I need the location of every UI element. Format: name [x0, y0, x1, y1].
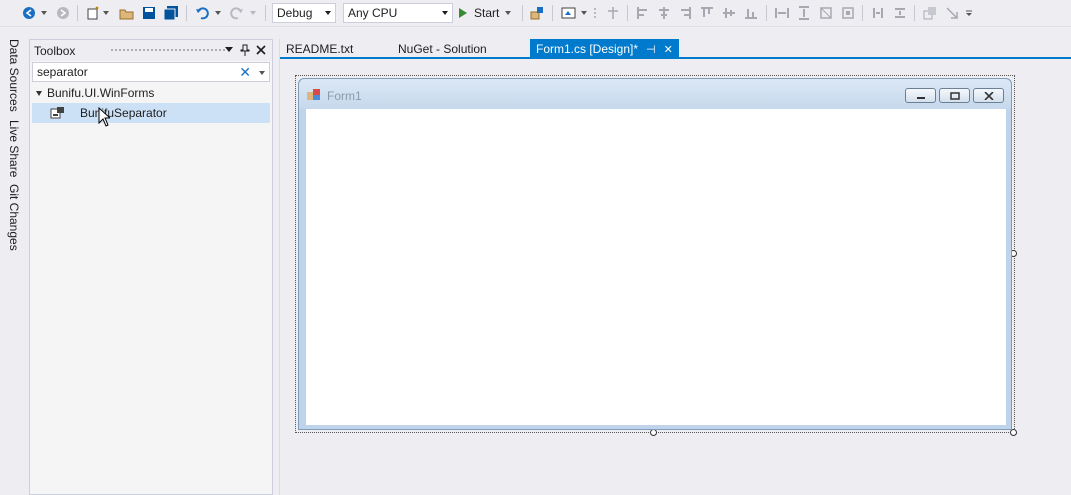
search-options-icon[interactable]: [259, 71, 265, 75]
form-window[interactable]: Form1: [298, 78, 1012, 430]
document-area: README.txt NuGet - Solution Form1.cs [De…: [279, 39, 1071, 495]
close-icon[interactable]: [254, 43, 268, 57]
toolbox-item-label: BunifuSeparator: [80, 106, 167, 120]
back-dropdown-icon[interactable]: [40, 3, 48, 23]
make-same-height-icon[interactable]: [795, 3, 813, 23]
toolbar-grip-icon: [592, 3, 598, 23]
solution-config-value: Debug: [277, 6, 313, 20]
tab-form-design[interactable]: Form1.cs [Design]* ⊣ ✕: [530, 39, 679, 59]
browser-link-icon[interactable]: [528, 3, 546, 23]
main-toolbar: Debug Any CPU Start: [0, 0, 1071, 27]
tab-pin-icon[interactable]: ⊣: [646, 43, 656, 56]
clear-search-icon[interactable]: ✕: [239, 65, 251, 79]
form-close-button[interactable]: [973, 88, 1004, 103]
solution-config-select[interactable]: Debug: [272, 3, 336, 23]
back-icon[interactable]: [20, 3, 38, 23]
design-view-icon[interactable]: [560, 3, 578, 23]
toolbox-group-label: Bunifu.UI.WinForms: [47, 86, 155, 100]
start-label: Start: [474, 6, 500, 20]
form-maximize-button[interactable]: [939, 88, 970, 103]
align-tops-icon[interactable]: [698, 3, 716, 23]
mouse-cursor-icon: [98, 107, 110, 127]
align-bottoms-icon[interactable]: [742, 3, 760, 23]
new-item-icon[interactable]: [84, 3, 102, 23]
window-position-icon[interactable]: [222, 43, 236, 57]
tab-form-design-label: Form1.cs [Design]*: [536, 42, 639, 56]
side-tab-data-sources[interactable]: Data Sources: [7, 39, 21, 112]
toolbox-search-value: separator: [37, 65, 88, 79]
align-to-grid-icon[interactable]: [604, 3, 622, 23]
form-title-bar: Form1: [299, 79, 1011, 109]
form-minimize-button[interactable]: [905, 88, 936, 103]
pin-icon[interactable]: [238, 43, 252, 57]
side-tab-strip: Data Sources Live Share Git Changes: [0, 27, 29, 495]
align-centers-icon[interactable]: [655, 3, 673, 23]
expand-arrow-icon[interactable]: [36, 90, 42, 96]
align-lefts-icon[interactable]: [634, 3, 652, 23]
toolbox-search-input[interactable]: separator ✕: [32, 62, 270, 82]
resize-handle-corner[interactable]: [1010, 429, 1017, 436]
open-folder-icon[interactable]: [118, 3, 136, 23]
resize-handle-bottom[interactable]: [650, 429, 657, 436]
start-dropdown-icon[interactable]: [505, 11, 512, 15]
undo-dropdown-icon[interactable]: [214, 3, 222, 23]
tab-order-icon[interactable]: [943, 3, 961, 23]
toolbox-panel: Toolbox separator ✕ Bunifu.UI.WinForms B…: [29, 39, 273, 495]
minimize-icon: [916, 96, 925, 99]
tab-readme-label: README.txt: [286, 42, 354, 56]
new-item-dropdown-icon[interactable]: [102, 3, 110, 23]
platform-select[interactable]: Any CPU: [343, 3, 453, 23]
redo-icon[interactable]: [228, 3, 246, 23]
save-icon[interactable]: [140, 3, 158, 23]
tab-nuget-label: NuGet - Solution: [398, 42, 487, 56]
form-title: Form1: [327, 89, 362, 103]
make-same-size-icon[interactable]: [817, 3, 835, 23]
tab-readme[interactable]: README.txt: [280, 39, 359, 59]
side-tab-git-changes[interactable]: Git Changes: [7, 184, 21, 251]
toolbox-header: Toolbox: [30, 40, 272, 61]
toolbox-item-bunifu-separator[interactable]: BunifuSeparator: [32, 103, 270, 123]
design-view-dropdown-icon[interactable]: [580, 3, 588, 23]
tab-nuget[interactable]: NuGet - Solution: [392, 39, 493, 59]
toolbar-overflow-icon[interactable]: [964, 3, 974, 23]
align-rights-icon[interactable]: [676, 3, 694, 23]
undo-icon[interactable]: [193, 3, 211, 23]
form-app-icon: [307, 89, 320, 100]
align-middles-icon[interactable]: [720, 3, 738, 23]
play-icon: [459, 8, 467, 18]
side-tab-live-share[interactable]: Live Share: [7, 120, 21, 177]
make-same-width-icon[interactable]: [773, 3, 791, 23]
redo-dropdown-icon[interactable]: [249, 3, 257, 23]
forward-icon[interactable]: [54, 3, 72, 23]
platform-value: Any CPU: [348, 6, 398, 20]
toolbox-title: Toolbox: [34, 43, 76, 58]
maximize-icon: [949, 91, 960, 100]
start-button[interactable]: Start: [458, 3, 512, 23]
save-all-icon[interactable]: [162, 3, 180, 23]
horizontal-spacing-icon[interactable]: [869, 3, 887, 23]
component-icon: [50, 107, 64, 119]
bring-to-front-icon[interactable]: [921, 3, 939, 23]
form-client-area[interactable]: [306, 109, 1006, 425]
close-icon: [983, 91, 994, 100]
document-tabs: README.txt NuGet - Solution Form1.cs [De…: [280, 39, 1071, 59]
tab-close-icon[interactable]: ✕: [664, 43, 673, 56]
vertical-spacing-icon[interactable]: [891, 3, 909, 23]
size-to-grid-icon[interactable]: [839, 3, 857, 23]
toolbox-group[interactable]: Bunifu.UI.WinForms: [30, 83, 272, 103]
form-designer-surface[interactable]: Form1: [280, 61, 1071, 495]
